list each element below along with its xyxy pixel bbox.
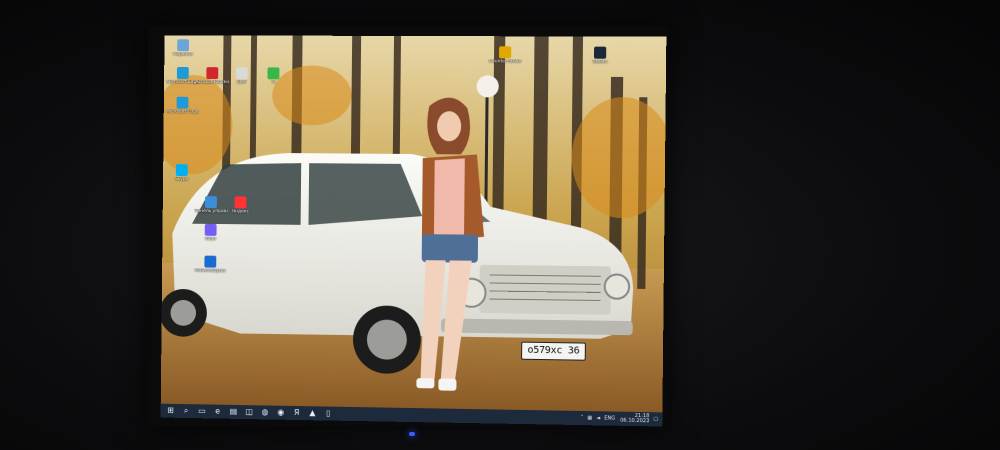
- ti-icon: [267, 67, 280, 80]
- desktop-icon[interactable]: Корзина: [166, 39, 200, 57]
- edge-icon: [176, 96, 189, 109]
- clock[interactable]: 21:18 06.10.2023: [620, 413, 650, 425]
- system-tray: ˄ ▦ ◄ ENG 21:18 06.10.2023 ▢: [577, 411, 659, 427]
- desktop-icon[interactable]: Viber: [194, 223, 228, 242]
- game-icon: [499, 46, 512, 59]
- steam-icon[interactable]: ◉: [275, 407, 287, 419]
- taskbar-pinned-apps: ⊞ ⌕ ▭ e ▤ ◫ ◍ ◉ Я ▲ ▯: [161, 405, 335, 420]
- recycle-bin-icon: [177, 39, 190, 52]
- desktop-icon[interactable]: Ti: [257, 67, 291, 85]
- desktop-icon-label: Malwarebytes: [194, 268, 226, 274]
- desktop-icon[interactable]: Microsoft Edge: [166, 96, 200, 115]
- desktop-icon[interactable]: Counter-Strike: [488, 46, 522, 64]
- desktop-icon-label: Counter-Strike: [488, 59, 522, 65]
- desktop-icon-label: SWF: [236, 80, 247, 86]
- steam-icon: [593, 46, 607, 59]
- notifications-icon[interactable]: ▢: [653, 416, 658, 422]
- yandex-icon: [234, 196, 247, 209]
- desktop-icon[interactable]: SWF: [225, 67, 259, 85]
- desktop-icon-label: Яндекс: [231, 209, 249, 215]
- viber-icon: [204, 223, 217, 236]
- desktop-icon-label: Acrobat Reader: [195, 79, 229, 86]
- volume-icon[interactable]: ◄: [596, 415, 600, 421]
- task-view-icon[interactable]: ▭: [196, 405, 208, 417]
- search-icon[interactable]: ⌕: [180, 405, 192, 417]
- monitor-screen: о579хс 36 Корзина Microsoft Edge Acrobat R…: [160, 35, 667, 427]
- start-icon[interactable]: ⊞: [165, 405, 177, 417]
- desktop-icon-label: Корзина: [173, 52, 193, 58]
- swf-icon: [235, 67, 248, 80]
- desktop-icon-label: Microsoft Edge: [166, 79, 200, 85]
- document-icon[interactable]: ▯: [322, 407, 334, 419]
- desktop-icon-label: Viber: [204, 236, 217, 242]
- edge-icon[interactable]: e: [212, 406, 224, 418]
- desktop-icon-label: Microsoft Edge: [166, 109, 199, 115]
- desktop-icon[interactable]: Steam: [583, 46, 618, 65]
- store-icon[interactable]: ◫: [243, 406, 255, 418]
- acrobat-icon[interactable]: ▲: [306, 407, 318, 419]
- chevron-up-icon[interactable]: ˄: [581, 415, 584, 421]
- chrome-icon[interactable]: ◍: [259, 406, 271, 418]
- skype-icon: [175, 164, 188, 177]
- malwarebytes-icon: [204, 255, 217, 268]
- desktop-icon-label: Skype: [175, 176, 189, 183]
- desktop-icon-label: Steam: [592, 59, 608, 65]
- control-panel-icon: [204, 196, 217, 209]
- clock-date: 06.10.2023: [620, 417, 650, 425]
- edge-icon: [176, 67, 189, 79]
- desktop-icon[interactable]: Яндекс: [224, 196, 258, 214]
- power-led: [409, 432, 415, 436]
- desktop-icon-label: Панель управления: [194, 208, 228, 215]
- acrobat-icon: [206, 67, 219, 80]
- desktop-icon[interactable]: Skype: [165, 164, 199, 182]
- network-icon[interactable]: ▦: [587, 415, 592, 421]
- language-indicator[interactable]: ENG: [604, 415, 615, 421]
- desktop-icon-grid: Корзина Microsoft Edge Acrobat Reader SWF Ti…: [161, 35, 667, 412]
- yandex-icon[interactable]: Я: [291, 407, 303, 419]
- desktop-icon[interactable]: Malwarebytes: [194, 255, 228, 274]
- desktop-icon-label: Ti: [271, 80, 276, 86]
- explorer-icon[interactable]: ▤: [227, 406, 239, 418]
